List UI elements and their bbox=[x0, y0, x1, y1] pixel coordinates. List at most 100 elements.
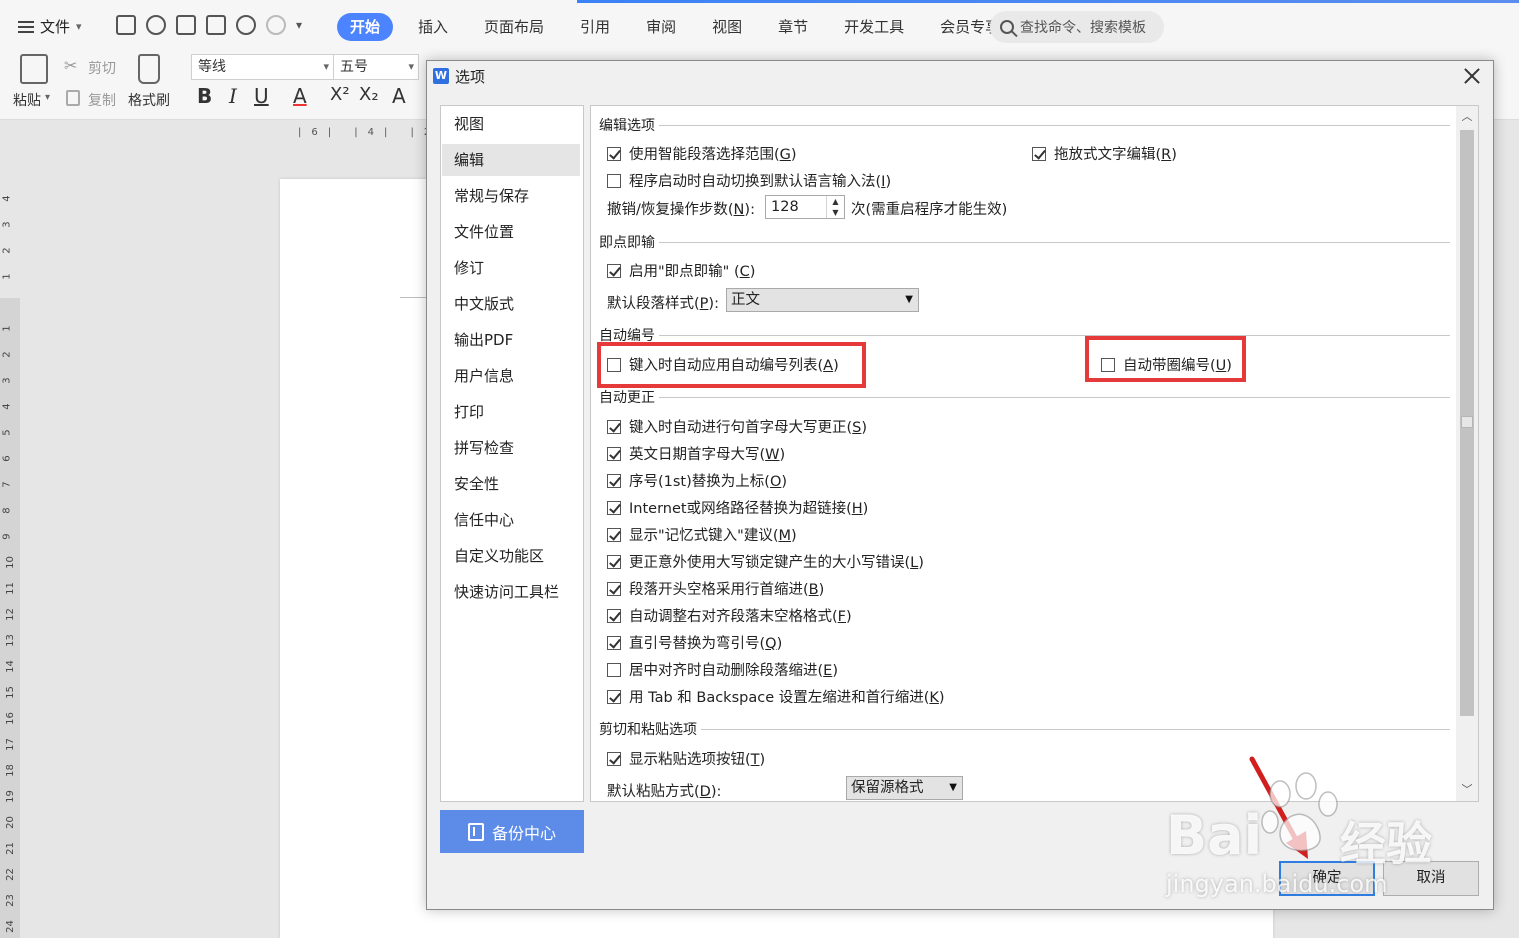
bold-button[interactable]: B bbox=[197, 84, 212, 108]
tab-references[interactable]: 引用 bbox=[567, 13, 623, 41]
section-divider bbox=[599, 729, 1450, 730]
italic-button[interactable]: I bbox=[229, 84, 237, 108]
tab-developer[interactable]: 开发工具 bbox=[831, 13, 917, 41]
nav-item-quick-access-toolbar[interactable]: 快速访问工具栏 bbox=[442, 576, 580, 608]
nav-item-spell-check[interactable]: 拼写检查 bbox=[442, 432, 580, 464]
auto-correct-checkbox[interactable]: 居中对齐时自动删除段落缩进(E) bbox=[607, 659, 838, 680]
undo-steps-suffix: 次(需重启程序才能生效) bbox=[851, 202, 1008, 218]
checkbox-box bbox=[607, 446, 621, 461]
nav-item-general-save[interactable]: 常规与保存 bbox=[442, 180, 580, 212]
tab-insert[interactable]: 插入 bbox=[405, 13, 461, 41]
undo-steps-stepper[interactable]: 128 ▲ ▼ bbox=[765, 195, 845, 219]
auto-correct-checkbox[interactable]: 直引号替换为弯引号(Q) bbox=[607, 632, 782, 653]
section-divider bbox=[599, 242, 1450, 243]
panel-scrollbar[interactable]: ︿ ﹀ bbox=[1456, 106, 1478, 801]
checkbox-box bbox=[607, 608, 621, 623]
nav-item-user-info[interactable]: 用户信息 bbox=[442, 360, 580, 392]
drag-drop-edit-checkbox[interactable]: 拖放式文字编辑(R) bbox=[1032, 143, 1177, 164]
default-paste-value: 保留源格式 bbox=[848, 778, 942, 798]
ruler-number: 2 bbox=[1, 247, 13, 254]
tab-section[interactable]: 章节 bbox=[765, 13, 821, 41]
section-title-paste: 剪切和粘贴选项 bbox=[599, 719, 701, 739]
nav-item-edit[interactable]: 编辑 bbox=[442, 144, 580, 176]
nav-item-trust-center[interactable]: 信任中心 bbox=[442, 504, 580, 536]
nav-item-export-pdf[interactable]: 输出PDF bbox=[442, 324, 580, 356]
tab-review[interactable]: 审阅 bbox=[633, 13, 689, 41]
auto-correct-checkbox[interactable]: 段落开头空格采用行首缩进(B) bbox=[607, 578, 824, 599]
ruler-number: 9 bbox=[1, 533, 13, 540]
dropdown-arrow-icon: ▼ bbox=[905, 294, 913, 305]
redo-icon[interactable] bbox=[266, 15, 286, 35]
close-icon[interactable] bbox=[1463, 67, 1481, 85]
smart-paragraph-checkbox[interactable]: 使用智能段落选择范围(G) bbox=[607, 143, 797, 164]
underline-button[interactable]: U bbox=[254, 84, 269, 108]
auto-correct-checkbox[interactable]: 更正意外使用大写锁定键产生的大小写错误(L) bbox=[607, 551, 924, 572]
option-label: 居中对齐时自动删除段落缩进(E) bbox=[629, 663, 838, 679]
chevron-down-icon: ▾ bbox=[76, 20, 82, 33]
superscript-button[interactable]: X² bbox=[330, 84, 350, 105]
default-style-value: 正文 bbox=[728, 290, 898, 310]
auto-correct-checkbox[interactable]: 英文日期首字母大写(W) bbox=[607, 443, 785, 464]
backup-center-button[interactable]: 备份中心 bbox=[440, 810, 584, 853]
auto-correct-checkbox[interactable]: 序号(1st)替换为上标(O) bbox=[607, 470, 787, 491]
ruler-number: 2 bbox=[1, 351, 13, 358]
option-label: 更正意外使用大写锁定键产生的大小写错误(L) bbox=[629, 555, 924, 571]
scroll-up-icon[interactable]: ︿ bbox=[1456, 106, 1478, 128]
click-and-type-checkbox[interactable]: 启用"即点即输" (C) bbox=[607, 260, 755, 281]
undo-icon[interactable] bbox=[236, 15, 256, 35]
copy-button[interactable]: 复制 bbox=[64, 88, 124, 110]
show-paste-options-checkbox[interactable]: 显示粘贴选项按钮(T) bbox=[607, 748, 765, 769]
paste-button[interactable]: 粘贴 ▾ bbox=[0, 54, 60, 114]
auto-correct-checkbox[interactable]: 显示"记忆式键入"建议(M) bbox=[607, 524, 797, 545]
format-painter-button[interactable]: 格式刷 bbox=[124, 54, 180, 114]
text-effect-button[interactable]: A bbox=[392, 84, 406, 108]
auto-correct-checkbox[interactable]: 自动调整右对齐段落末空格格式(F) bbox=[607, 605, 852, 626]
save-icon[interactable] bbox=[116, 15, 136, 35]
dialog-title-bar: W 选项 bbox=[427, 61, 1493, 91]
subscript-button[interactable]: X₂ bbox=[359, 84, 379, 105]
checkbox-box bbox=[607, 554, 621, 569]
nav-item-chinese-layout[interactable]: 中文版式 bbox=[442, 288, 580, 320]
backup-center-label: 备份中心 bbox=[491, 823, 556, 843]
auto-correct-checkbox[interactable]: 键入时自动进行句首字母大写更正(S) bbox=[607, 416, 867, 437]
highlight-auto-circled-number bbox=[1085, 336, 1246, 382]
default-paste-select[interactable]: 保留源格式 ▼ bbox=[846, 776, 963, 800]
command-search[interactable]: 查找命令、搜索模板 bbox=[990, 11, 1164, 43]
auto-correct-checkbox[interactable]: Internet或网络路径替换为超链接(H) bbox=[607, 497, 868, 518]
nav-item-view[interactable]: 视图 bbox=[442, 108, 580, 140]
tab-page-layout[interactable]: 页面布局 bbox=[471, 13, 557, 41]
section-divider bbox=[599, 125, 1450, 126]
default-style-row: 默认段落样式(P): bbox=[607, 292, 719, 313]
file-menu[interactable]: 文件 ▾ bbox=[18, 16, 82, 37]
auto-ime-checkbox[interactable]: 程序启动时自动切换到默认语言输入法(I) bbox=[607, 170, 891, 191]
checkbox-box bbox=[607, 146, 621, 161]
cut-label: 剪切 bbox=[88, 61, 116, 77]
default-style-select[interactable]: 正文 ▼ bbox=[726, 288, 919, 312]
tab-home[interactable]: 开始 bbox=[337, 13, 394, 41]
stepper-arrows-icon[interactable]: ▲ ▼ bbox=[826, 196, 844, 218]
ruler-number: 1 bbox=[1, 325, 13, 332]
ruler-number: 13 bbox=[4, 634, 16, 647]
customize-toolbar-icon[interactable]: ▾ bbox=[296, 15, 302, 35]
undo-steps-row: 撤销/恢复操作步数(N): bbox=[607, 198, 755, 219]
default-paste-label: 默认粘贴方式(D): bbox=[607, 784, 722, 800]
search-icon bbox=[1000, 20, 1014, 34]
tab-view[interactable]: 视图 bbox=[699, 13, 755, 41]
nav-item-print[interactable]: 打印 bbox=[442, 396, 580, 428]
nav-item-file-location[interactable]: 文件位置 bbox=[442, 216, 580, 248]
nav-item-revision[interactable]: 修订 bbox=[442, 252, 580, 284]
nav-item-security[interactable]: 安全性 bbox=[442, 468, 580, 500]
nav-item-customize-ribbon[interactable]: 自定义功能区 bbox=[442, 540, 580, 572]
print-preview-icon[interactable] bbox=[206, 15, 226, 35]
ruler-number: 15 bbox=[4, 686, 16, 699]
cut-button[interactable]: ✂ 剪切 bbox=[64, 56, 124, 78]
ruler-number: 1 bbox=[1, 273, 13, 280]
font-name-select[interactable]: 等线 bbox=[191, 54, 334, 80]
print-icon[interactable] bbox=[176, 15, 196, 35]
format-painter-label: 格式刷 bbox=[128, 93, 170, 109]
ruler-number: 11 bbox=[4, 582, 16, 595]
font-size-select[interactable]: 五号 bbox=[333, 54, 419, 80]
export-icon[interactable] bbox=[146, 15, 166, 35]
auto-correct-checkbox[interactable]: 用 Tab 和 Backspace 设置左缩进和首行缩进(K) bbox=[607, 686, 945, 707]
font-color-button[interactable]: A bbox=[293, 84, 307, 108]
